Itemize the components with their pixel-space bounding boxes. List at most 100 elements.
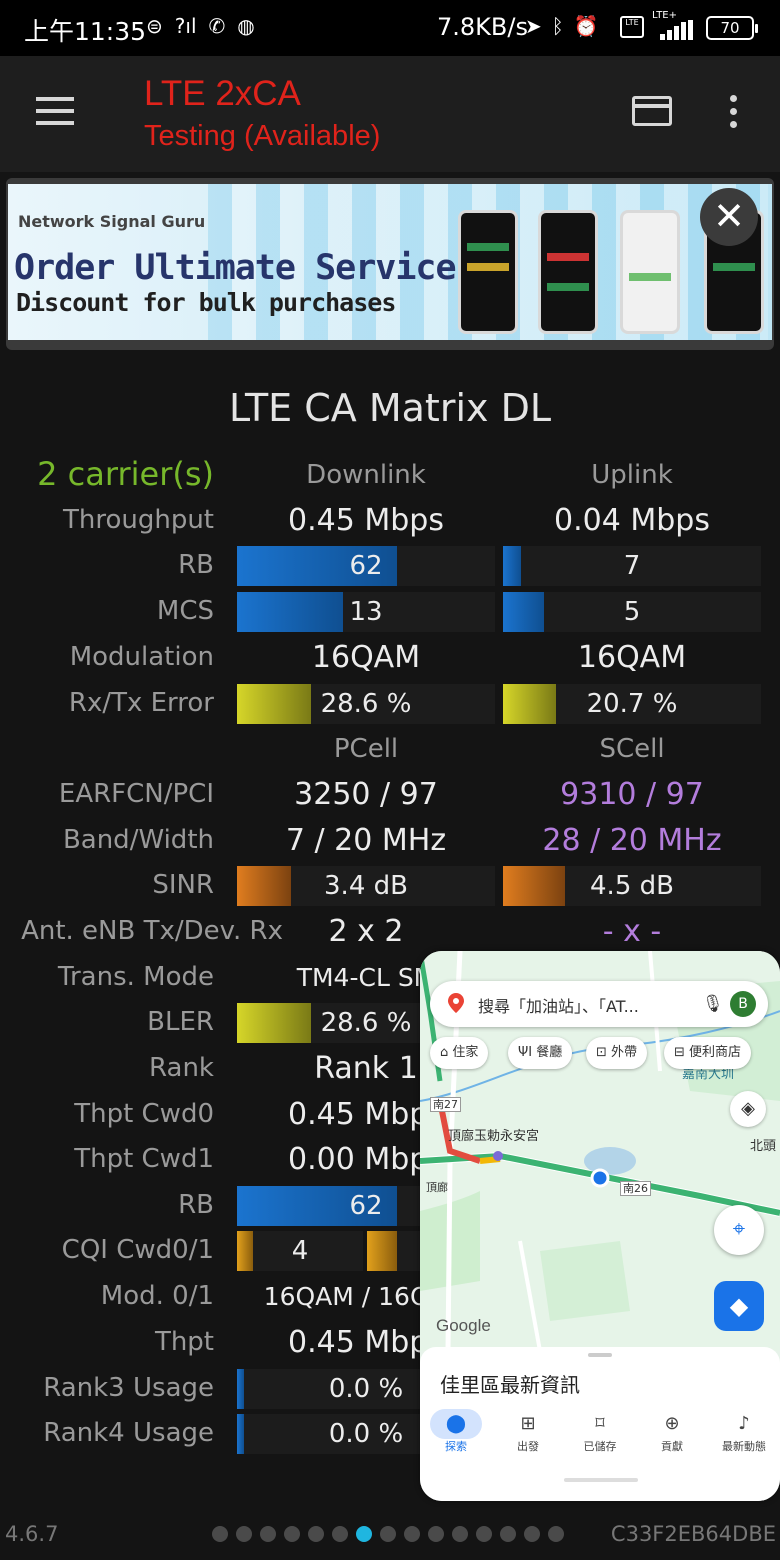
page-dot[interactable]: [524, 1526, 540, 1542]
page-dot[interactable]: [356, 1526, 372, 1542]
status-left-icons: ⊜ ?ıl ✆ ◍: [146, 14, 255, 38]
throughput-row: Throughput 0.45 Mbps 0.04 Mbps: [0, 499, 780, 543]
page-indicator[interactable]: [212, 1526, 564, 1542]
tx-error-bar: 20.7 %: [503, 684, 761, 724]
avatar[interactable]: B: [730, 991, 756, 1017]
wifi-calling-icon: ?ıl: [174, 14, 197, 38]
signal-bars-icon: [660, 20, 693, 40]
carrier-count: 2 carrier(s): [37, 455, 214, 493]
page-dot[interactable]: [284, 1526, 300, 1542]
row-label: RB: [178, 550, 214, 580]
dl-throughput: 0.45 Mbps: [288, 503, 444, 538]
page-dot[interactable]: [548, 1526, 564, 1542]
maps-floating-window[interactable]: 南27 南26 頂廍玉勅永安宮 嘉南大圳 北頭 頂廊 搜尋「加油站」、「AT..…: [420, 951, 780, 1501]
header-row: 2 carrier(s) Downlink Uplink: [0, 453, 780, 497]
layers-icon[interactable]: ◈: [730, 1091, 766, 1127]
page-dot[interactable]: [476, 1526, 492, 1542]
row-label: CQI Cwd0/1: [61, 1235, 214, 1265]
location-icon: ➤: [525, 14, 542, 38]
scell-header: SCell: [599, 734, 665, 764]
search-placeholder[interactable]: 搜尋「加油站」、「AT...: [478, 993, 639, 1017]
chip-takeout[interactable]: ⊡ 外帶: [586, 1037, 648, 1069]
nav-contribute[interactable]: ⊕ 貢獻: [642, 1413, 702, 1454]
home-icon: ⌂: [440, 1045, 453, 1060]
ul-throughput: 0.04 Mbps: [554, 503, 710, 538]
page-dot[interactable]: [236, 1526, 252, 1542]
ad-phone-image: [620, 210, 680, 334]
section-title: LTE CA Matrix DL: [229, 386, 551, 430]
row-label: Rank: [149, 1053, 214, 1083]
sheet-handle[interactable]: [588, 1353, 612, 1357]
page-dot[interactable]: [380, 1526, 396, 1542]
scell-band: 28 / 20 MHz: [542, 823, 722, 858]
row-label: Band/Width: [62, 825, 214, 855]
rb-row: RB 62 7: [0, 544, 780, 588]
status-time: 上午11:35: [24, 17, 147, 46]
nav-saved[interactable]: ⌑ 已儲存: [570, 1413, 630, 1454]
store-icon: ⊟: [674, 1045, 690, 1060]
row-label: BLER: [147, 1007, 214, 1037]
row-label: Thpt: [154, 1327, 214, 1357]
nav-updates[interactable]: ♪ 最新動態: [714, 1413, 774, 1454]
page-dot[interactable]: [332, 1526, 348, 1542]
row-label: Mod. 0/1: [100, 1281, 214, 1311]
antenna-row: Ant. eNB Tx/Dev. Rx 2 x 2 - x -: [0, 910, 780, 954]
cell-header-row: PCell SCell: [0, 727, 780, 771]
pcell-earfcn: 3250 / 97: [294, 777, 438, 812]
bottom-sheet[interactable]: 佳里區最新資訊 ⬤ 探索 ⊞ 出發 ⌑ 已儲存 ⊕ 貢獻 ♪ 最新動態: [420, 1347, 780, 1501]
road-label: 南26: [620, 1181, 651, 1196]
uplink-header: Uplink: [591, 460, 673, 490]
area-label: 頂廊: [426, 1181, 448, 1194]
dl-rb-bar: 62: [237, 546, 495, 586]
chip-convenience[interactable]: ⊟ 便利商店: [664, 1037, 752, 1069]
error-row: Rx/Tx Error 28.6 % 20.7 %: [0, 682, 780, 726]
row-label: Throughput: [62, 505, 214, 535]
row-label: Thpt Cwd0: [74, 1099, 214, 1129]
page-dot[interactable]: [428, 1526, 444, 1542]
row-label: Rx/Tx Error: [68, 688, 214, 718]
page-dot[interactable]: [500, 1526, 516, 1542]
my-location-button[interactable]: ⌖: [714, 1205, 764, 1255]
maps-search-box[interactable]: 搜尋「加油站」、「AT... 🎙 B: [430, 981, 768, 1027]
page-dot[interactable]: [452, 1526, 468, 1542]
bell-icon: ♪: [738, 1413, 750, 1434]
ad-image[interactable]: Network Signal Guru Order Ultimate Servi…: [8, 184, 772, 340]
explore-icon: ⬤: [445, 1413, 467, 1434]
directions-button[interactable]: ◆: [714, 1281, 764, 1331]
ad-subtitle: Discount for bulk purchases: [16, 288, 396, 317]
chip-restaurants[interactable]: ΨI 餐廳: [508, 1037, 573, 1069]
pcell-antenna: 2 x 2: [328, 914, 404, 949]
page-dot[interactable]: [404, 1526, 420, 1542]
2cc-icon: ⊜: [146, 14, 163, 38]
volte-icon: LTE: [620, 16, 644, 38]
row-label: Rank4 Usage: [43, 1418, 214, 1448]
app-subtitle: Testing (Available): [144, 120, 381, 152]
nav-explore[interactable]: ⬤ 探索: [426, 1413, 486, 1454]
scell-earfcn: 9310 / 97: [560, 777, 704, 812]
close-ad-button[interactable]: ✕: [700, 188, 758, 246]
ad-banner[interactable]: Network Signal Guru Order Ultimate Servi…: [6, 178, 774, 350]
add-circle-icon: ⊕: [664, 1413, 680, 1434]
page-dot[interactable]: [212, 1526, 228, 1542]
chip-home[interactable]: ⌂ 住家: [430, 1037, 489, 1069]
sheet-title[interactable]: 佳里區最新資訊: [440, 1369, 580, 1398]
place-label[interactable]: 頂廍玉勅永安宮: [448, 1125, 539, 1144]
menu-icon[interactable]: [36, 97, 74, 125]
page-dot[interactable]: [308, 1526, 324, 1542]
app-version: 4.6.7: [5, 1522, 59, 1546]
card-icon[interactable]: [632, 96, 672, 126]
fork-knife-icon: ΨI: [518, 1045, 537, 1060]
road-label: 南27: [430, 1097, 461, 1112]
device-id: C33F2EB64DBE: [610, 1522, 776, 1546]
more-options-icon[interactable]: [730, 95, 740, 131]
app-bar: LTE 2xCA Testing (Available): [0, 56, 780, 172]
status-right-icons: ➤ ᛒ ⏰: [525, 14, 599, 38]
page-dot[interactable]: [260, 1526, 276, 1542]
bookmark-icon: ⌑: [595, 1413, 605, 1434]
messenger-icon: ◍: [237, 14, 255, 38]
row-label: MCS: [156, 596, 214, 626]
nav-go[interactable]: ⊞ 出發: [498, 1413, 558, 1454]
downlink-header: Downlink: [306, 460, 426, 490]
mic-icon[interactable]: 🎙: [702, 994, 724, 1014]
gesture-bar: [564, 1478, 638, 1482]
